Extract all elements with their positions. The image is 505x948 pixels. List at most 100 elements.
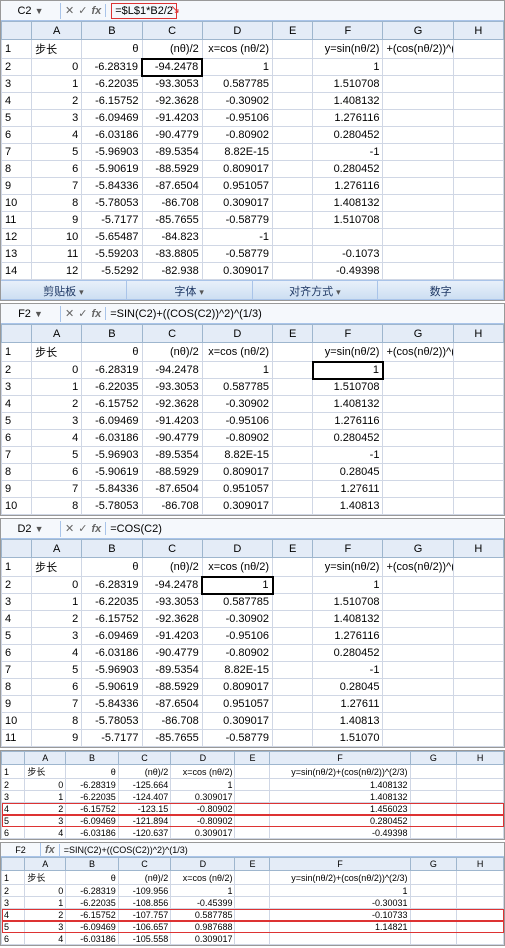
cell[interactable] — [453, 396, 503, 413]
cell[interactable] — [383, 379, 453, 396]
cell[interactable]: y=sin(nθ/2)+(cos(nθ/2))^(2/3) — [270, 871, 410, 885]
cell[interactable]: -6.03186 — [82, 127, 142, 144]
cell[interactable]: 0.809017 — [202, 161, 272, 178]
cell[interactable]: 1.51070 — [313, 730, 383, 747]
spreadsheet-grid[interactable]: ABCDEFGH 1步长θ(nθ)/2x=cos (nθ/2)y=sin(nθ/… — [1, 21, 504, 280]
cell[interactable]: -6.28319 — [82, 362, 142, 379]
cell[interactable]: y=sin(nθ/2) — [313, 558, 383, 577]
cell[interactable]: 0.809017 — [202, 464, 272, 481]
cell[interactable]: -6.15752 — [82, 396, 142, 413]
cell[interactable]: (nθ)/2 — [142, 40, 202, 59]
data-row[interactable]: 31-6.22035-108.856-0.45399-0.30031 — [2, 897, 504, 909]
cell[interactable]: 4 — [32, 430, 82, 447]
row-header[interactable]: 6 — [2, 645, 32, 662]
cell[interactable]: 5 — [32, 144, 82, 161]
cell[interactable]: 7 — [32, 481, 82, 498]
data-row[interactable]: 20-6.28319-109.95611 — [2, 885, 504, 897]
cell[interactable]: 0.587785 — [202, 379, 272, 396]
cell[interactable]: 1.408132 — [313, 93, 383, 110]
data-row[interactable]: 97-5.84336-87.65040.9510571.276116 — [2, 178, 504, 195]
cell[interactable]: 1 — [313, 362, 383, 379]
cell[interactable]: 1.510708 — [313, 379, 383, 396]
cell[interactable]: -90.4779 — [142, 127, 202, 144]
cell[interactable] — [383, 447, 453, 464]
row-header[interactable]: 5 — [2, 413, 32, 430]
col-header[interactable]: A — [25, 858, 66, 871]
cell[interactable] — [273, 628, 313, 645]
cell[interactable]: 1 — [202, 362, 272, 379]
cell[interactable]: 1.276116 — [313, 178, 383, 195]
row-header[interactable]: 3 — [2, 791, 25, 803]
row-header[interactable]: 1 — [2, 765, 25, 779]
cell[interactable]: -6.22035 — [66, 897, 119, 909]
cell[interactable]: -6.03186 — [66, 933, 119, 945]
cell[interactable] — [453, 713, 503, 730]
cell[interactable]: -82.938 — [142, 263, 202, 280]
col-header[interactable]: D — [202, 325, 272, 343]
cell[interactable] — [453, 628, 503, 645]
formula-input[interactable]: =SIN(C2)+((COS(C2))^2)^(1/3) — [106, 306, 504, 322]
cell[interactable] — [383, 59, 453, 76]
cell[interactable]: -124.407 — [118, 791, 171, 803]
cell[interactable] — [273, 645, 313, 662]
cell[interactable]: -5.90619 — [82, 161, 142, 178]
cell[interactable]: 1 — [32, 594, 82, 611]
cell[interactable] — [457, 921, 504, 933]
cell[interactable]: -5.65487 — [82, 229, 142, 246]
cell[interactable]: 0.951057 — [202, 178, 272, 195]
column-headers[interactable]: ABCDEFGH — [2, 858, 504, 871]
col-header[interactable]: G — [383, 540, 453, 558]
cell[interactable] — [453, 498, 503, 515]
cell[interactable] — [383, 263, 453, 280]
row-header[interactable]: 5 — [2, 110, 32, 127]
cell[interactable] — [235, 803, 270, 815]
cell[interactable] — [273, 59, 313, 76]
data-row[interactable]: 108-5.78053-86.7080.3090171.40813 — [2, 498, 504, 515]
cell[interactable]: -94.2478 — [142, 59, 202, 76]
cell[interactable] — [410, 779, 457, 791]
data-row[interactable]: 97-5.84336-87.65040.9510571.27611 — [2, 696, 504, 713]
cell[interactable]: -109.956 — [118, 885, 171, 897]
cell[interactable]: 0 — [32, 577, 82, 594]
cell[interactable]: -6.22035 — [66, 791, 119, 803]
cell[interactable]: -5.90619 — [82, 464, 142, 481]
cell[interactable]: 1.27611 — [313, 481, 383, 498]
cell[interactable] — [453, 40, 503, 59]
cell[interactable]: -0.58779 — [202, 212, 272, 229]
cell[interactable] — [273, 481, 313, 498]
cell[interactable]: -5.96903 — [82, 447, 142, 464]
cell[interactable] — [453, 93, 503, 110]
cell[interactable] — [270, 933, 410, 945]
fx-icon[interactable]: fx — [45, 844, 55, 856]
cell[interactable]: 1 — [313, 577, 383, 594]
row-header[interactable]: 1 — [2, 40, 32, 59]
cell[interactable] — [453, 662, 503, 679]
name-box[interactable]: F2 — [1, 843, 41, 857]
cell[interactable] — [235, 815, 270, 827]
cell[interactable]: -6.15752 — [66, 909, 119, 921]
row-header[interactable]: 2 — [2, 59, 32, 76]
cell[interactable] — [453, 343, 503, 362]
cell[interactable] — [235, 921, 270, 933]
cell[interactable] — [273, 343, 313, 362]
cell[interactable] — [457, 909, 504, 921]
data-row[interactable]: 53-6.09469-121.894-0.809020.280452 — [2, 815, 504, 827]
cell[interactable]: -0.10733 — [270, 909, 410, 921]
cell[interactable] — [383, 144, 453, 161]
cell[interactable]: 0.587785 — [202, 594, 272, 611]
data-row[interactable]: 42-6.15752-92.3628-0.309021.408132 — [2, 93, 504, 110]
cell[interactable]: -94.2478 — [142, 362, 202, 379]
cell[interactable]: -0.30902 — [202, 93, 272, 110]
cell[interactable]: 0 — [25, 779, 66, 791]
cell[interactable] — [383, 93, 453, 110]
cell[interactable]: -1 — [202, 229, 272, 246]
row-header[interactable]: 10 — [2, 713, 32, 730]
cell[interactable]: 2 — [25, 803, 66, 815]
cell[interactable]: -5.96903 — [82, 662, 142, 679]
row-header[interactable]: 4 — [2, 396, 32, 413]
cell[interactable] — [453, 362, 503, 379]
cell[interactable]: -85.7655 — [142, 212, 202, 229]
data-row[interactable]: 75-5.96903-89.53548.82E-15-1 — [2, 144, 504, 161]
formula-input[interactable]: =COS(C2) — [106, 521, 504, 537]
cell[interactable]: 1.456023 — [270, 803, 410, 815]
